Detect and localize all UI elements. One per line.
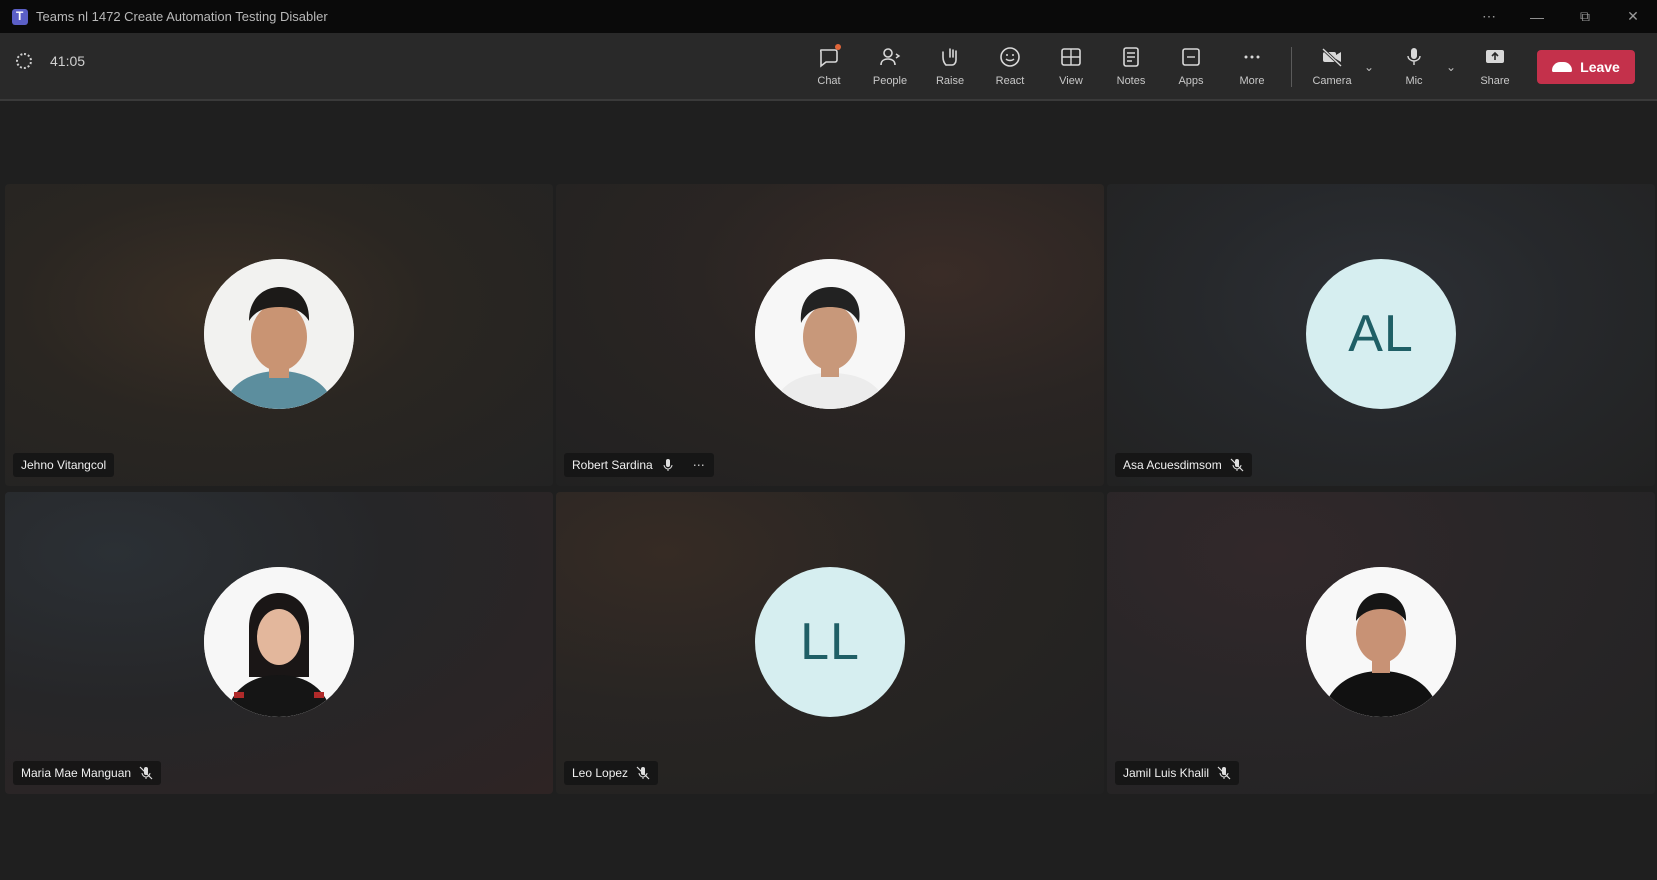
participant-avatar-photo bbox=[755, 259, 905, 409]
more-button[interactable]: More bbox=[1222, 43, 1282, 93]
camera-button[interactable]: Camera bbox=[1302, 43, 1362, 93]
participant-tile-2[interactable]: Robert Sardina ⋯ bbox=[556, 184, 1104, 486]
chat-label: Chat bbox=[817, 75, 841, 87]
meeting-timer: 41:05 bbox=[16, 53, 85, 69]
apps-icon bbox=[1182, 48, 1200, 66]
react-label: React bbox=[995, 75, 1025, 87]
camera-off-icon bbox=[1321, 47, 1343, 68]
participant-name-tag: Maria Mae Manguan bbox=[13, 761, 162, 785]
participant-avatar-photo bbox=[1306, 567, 1456, 717]
participant-name-tag: Jamil Luis Khalil bbox=[1115, 761, 1240, 785]
participant-tile-3[interactable]: AL Asa Acuesdimsom bbox=[1107, 184, 1655, 486]
mic-muted-icon bbox=[139, 766, 153, 780]
apps-button[interactable]: Apps bbox=[1161, 43, 1221, 93]
participant-avatar-photo bbox=[204, 259, 354, 409]
share-button[interactable]: Share bbox=[1465, 43, 1525, 93]
mic-icon bbox=[1407, 48, 1421, 65]
mic-icon bbox=[663, 459, 673, 471]
notes-button[interactable]: Notes bbox=[1101, 43, 1161, 93]
participant-tile-6[interactable]: Jamil Luis Khalil bbox=[1107, 492, 1655, 794]
maximize-button[interactable]: ⧉ bbox=[1561, 0, 1609, 33]
mic-muted-icon bbox=[1217, 766, 1231, 780]
camera-label: Camera bbox=[1312, 75, 1352, 87]
timer-text: 41:05 bbox=[50, 53, 86, 69]
mic-label: Mic bbox=[1405, 75, 1423, 87]
toolbar-divider bbox=[1291, 47, 1292, 87]
participant-name: Maria Mae Manguan bbox=[21, 766, 132, 780]
participant-tile-5[interactable]: LL Leo Lopez bbox=[556, 492, 1104, 794]
react-icon bbox=[1000, 47, 1020, 67]
mic-button[interactable]: Mic bbox=[1384, 43, 1444, 93]
raise-hand-icon bbox=[942, 48, 957, 66]
people-icon bbox=[880, 48, 901, 66]
leave-button[interactable]: Leave bbox=[1537, 50, 1635, 84]
people-button[interactable]: People bbox=[860, 43, 920, 93]
teams-app-icon bbox=[12, 8, 28, 25]
participant-name-tag: Jehno Vitangcol bbox=[13, 453, 115, 477]
participant-name-tag: Asa Acuesdimsom bbox=[1115, 453, 1252, 477]
mic-muted-icon bbox=[636, 766, 650, 780]
notes-label: Notes bbox=[1116, 75, 1146, 87]
more-label: More bbox=[1239, 75, 1265, 87]
participant-avatar-initials: LL bbox=[755, 567, 905, 717]
title-bar: Teams nl 1472 Create Automation Testing … bbox=[0, 0, 1657, 33]
camera-options-chevron-icon[interactable]: ⌄ bbox=[1364, 60, 1374, 74]
share-icon bbox=[1486, 50, 1504, 63]
window-title: Teams nl 1472 Create Automation Testing … bbox=[36, 9, 328, 24]
minimize-button[interactable]: — bbox=[1513, 0, 1561, 33]
chat-badge bbox=[835, 44, 841, 50]
window-controls: ⋯ — ⧉ ✕ bbox=[1465, 0, 1657, 33]
participant-tile-1[interactable]: Jehno Vitangcol bbox=[5, 184, 553, 486]
view-button[interactable]: View bbox=[1041, 43, 1101, 93]
participant-name: Asa Acuesdimsom bbox=[1123, 458, 1222, 472]
participant-more-icon[interactable]: ⋯ bbox=[693, 458, 706, 472]
window-more-button[interactable]: ⋯ bbox=[1465, 0, 1513, 33]
participant-name: Robert Sardina bbox=[572, 458, 653, 472]
react-button[interactable]: React bbox=[980, 43, 1040, 93]
raise-label: Raise bbox=[935, 75, 965, 87]
apps-label: Apps bbox=[1178, 75, 1204, 87]
participant-name-tag: Leo Lopez bbox=[564, 761, 659, 785]
raise-hand-button[interactable]: Raise bbox=[920, 43, 980, 93]
people-label: People bbox=[872, 75, 908, 87]
leave-label: Leave bbox=[1580, 59, 1620, 75]
loading-icon bbox=[16, 53, 32, 69]
participant-avatar-photo bbox=[204, 567, 354, 717]
phone-hangup-icon bbox=[1552, 62, 1573, 72]
close-button[interactable]: ✕ bbox=[1609, 0, 1657, 33]
participant-name: Leo Lopez bbox=[572, 766, 629, 780]
view-label: View bbox=[1059, 75, 1083, 87]
notes-icon bbox=[1123, 47, 1139, 67]
mic-muted-icon bbox=[1230, 458, 1244, 472]
view-icon bbox=[1061, 48, 1081, 66]
participant-name: Jehno Vitangcol bbox=[21, 458, 107, 472]
share-label: Share bbox=[1480, 75, 1510, 87]
participant-name: Jamil Luis Khalil bbox=[1123, 766, 1210, 780]
more-icon bbox=[1244, 55, 1260, 59]
participant-tile-4[interactable]: Maria Mae Manguan bbox=[5, 492, 553, 794]
participant-avatar-initials: AL bbox=[1306, 259, 1456, 409]
participant-name-tag: Robert Sardina ⋯ bbox=[564, 453, 714, 477]
chat-button[interactable]: Chat bbox=[799, 43, 859, 93]
mic-options-chevron-icon[interactable]: ⌄ bbox=[1446, 60, 1456, 74]
